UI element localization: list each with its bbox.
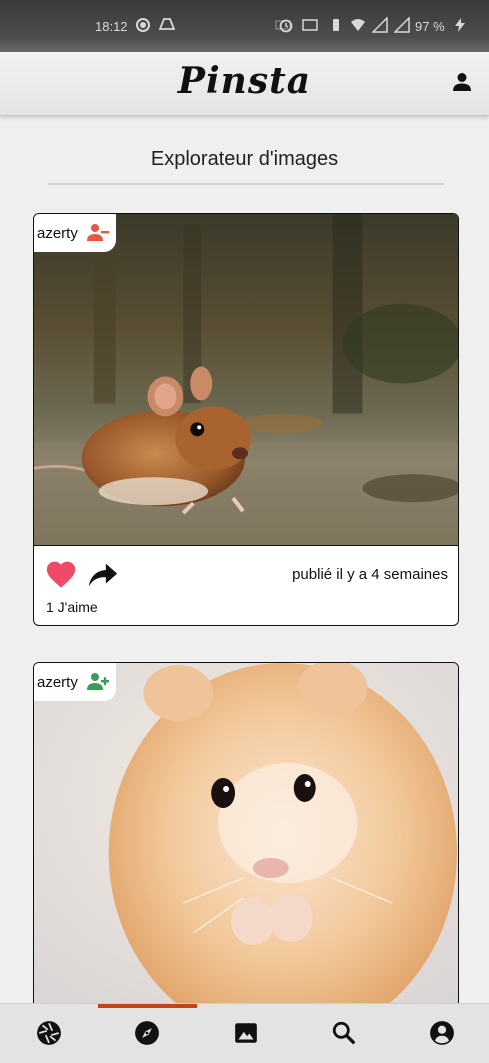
- post-card: azerty: [33, 662, 459, 1022]
- charging-icon: [455, 18, 465, 32]
- app-logo[interactable]: Pinsta: [0, 60, 489, 102]
- heart-icon[interactable]: [44, 558, 78, 592]
- vibrate-icon: [333, 19, 339, 31]
- author-chip[interactable]: azerty: [34, 663, 116, 701]
- like-count: 1 J'aime: [46, 599, 98, 615]
- person-icon[interactable]: [450, 70, 474, 94]
- post-actions: [44, 558, 120, 592]
- record-icon: [136, 18, 150, 32]
- page-title: Explorateur d'images: [150, 148, 339, 170]
- post-image-mouse[interactable]: [34, 214, 458, 546]
- post-image-hamster[interactable]: [34, 663, 458, 1003]
- battery-percentage: 97 %: [415, 19, 445, 34]
- signal-icon: [394, 17, 410, 33]
- cast-icon: [302, 19, 318, 31]
- author-name[interactable]: azerty: [37, 674, 78, 691]
- search-icon[interactable]: [331, 1020, 357, 1046]
- bottom-nav: [0, 1003, 489, 1063]
- posted-time: publié il y a 4 semaines: [292, 566, 448, 583]
- compass-icon[interactable]: [134, 1020, 160, 1046]
- author-chip[interactable]: azerty: [34, 214, 116, 252]
- image-icon[interactable]: [233, 1020, 259, 1046]
- drive-icon: [159, 18, 175, 30]
- share-arrow-icon[interactable]: [86, 558, 120, 592]
- signal-icon: [372, 17, 388, 33]
- title-divider: [48, 183, 444, 185]
- aperture-icon[interactable]: [36, 1020, 62, 1046]
- add-person-icon[interactable]: [86, 670, 110, 694]
- app-header: Pinsta: [0, 52, 489, 116]
- post-card: azerty publié il y a 4 semaines 1 J'aime: [33, 213, 459, 626]
- author-name[interactable]: azerty: [37, 225, 78, 242]
- account-icon[interactable]: [429, 1020, 455, 1046]
- remove-person-icon[interactable]: [86, 221, 110, 245]
- status-time: 18:12: [95, 19, 128, 34]
- active-tab-indicator: [98, 1004, 197, 1008]
- alarm-icon: [279, 19, 293, 33]
- wifi-icon: [351, 19, 365, 31]
- status-bar: 18:12 97 %: [0, 0, 489, 52]
